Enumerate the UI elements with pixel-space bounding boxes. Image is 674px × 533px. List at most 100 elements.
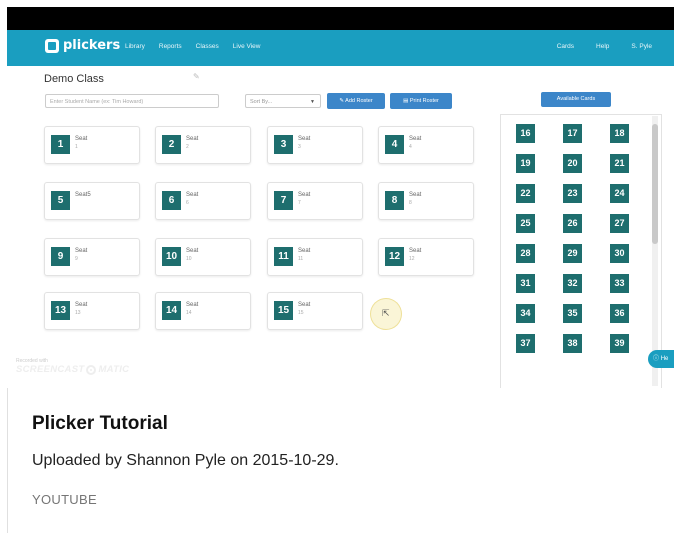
seat-card[interactable]: 9 Seat 9 (44, 238, 140, 276)
available-cards-panel: 16 17 18 19 20 21 22 23 24 25 26 27 28 29 30 31 32 33 34 35… (500, 114, 662, 388)
seat-card[interactable]: 12 Seat 12 (378, 238, 474, 276)
seat-number: 2 (162, 135, 181, 154)
seat-sub-label: 14 (186, 310, 192, 316)
brand-name: plickers (63, 38, 121, 53)
available-card[interactable]: 29 (563, 244, 582, 263)
seat-label: Seat (298, 248, 311, 254)
cards-scrollbar[interactable] (652, 116, 658, 386)
video-title[interactable]: Plicker Tutorial (32, 413, 168, 435)
available-card[interactable]: 28 (516, 244, 535, 263)
class-editor: Demo Class ✎ Enter Student Name (ex: Tim… (7, 66, 674, 388)
available-card[interactable]: 34 (516, 304, 535, 323)
available-card[interactable]: 21 (610, 154, 629, 173)
plickers-navbar: plickers Library Reports Classes Live Vi… (7, 30, 674, 66)
available-card[interactable]: 31 (516, 274, 535, 293)
upload-info: Uploaded by Shannon Pyle on 2015-10-29. (32, 452, 339, 469)
seat-number: 11 (274, 247, 293, 266)
available-card[interactable]: 32 (563, 274, 582, 293)
nav-link-cards[interactable]: Cards (557, 43, 574, 50)
watermark-main: SCREENCAST (16, 364, 85, 375)
scrollbar-thumb[interactable] (652, 124, 658, 244)
seat-sub-label: 13 (75, 310, 81, 316)
seat-label: Seat5 (75, 192, 91, 198)
available-card[interactable]: 27 (610, 214, 629, 233)
seat-card[interactable]: 8 Seat 8 (378, 182, 474, 220)
available-card[interactable]: 25 (516, 214, 535, 233)
help-button[interactable]: ⓘ He (648, 350, 674, 368)
class-title: Demo Class (44, 73, 104, 85)
pencil-icon: ✎ (339, 98, 344, 104)
sort-by-label: Sort By... (250, 99, 273, 105)
available-card[interactable]: 22 (516, 184, 535, 203)
available-card[interactable]: 38 (563, 334, 582, 353)
available-card[interactable]: 36 (610, 304, 629, 323)
seat-card[interactable]: 3 Seat 3 (267, 126, 363, 164)
card-divider (7, 388, 8, 533)
seat-sub-label: 1 (75, 144, 78, 150)
sort-by-select[interactable]: Sort By... ▼ (245, 94, 321, 108)
seat-card[interactable]: 7 Seat 7 (267, 182, 363, 220)
add-roster-button[interactable]: ✎ Add Roster (327, 93, 385, 109)
seat-sub-label: 3 (298, 144, 301, 150)
nav-link-library[interactable]: Library (125, 43, 145, 50)
seat-label: Seat (75, 248, 88, 254)
seat-card[interactable]: 11 Seat 11 (267, 238, 363, 276)
available-card[interactable]: 17 (563, 124, 582, 143)
print-roster-button[interactable]: ▤ Print Roster (390, 93, 452, 109)
brand-logo[interactable]: plickers (45, 38, 120, 53)
seat-label: Seat (75, 136, 88, 142)
nav-link-help[interactable]: Help (596, 43, 609, 50)
nav-right-links: Cards Help S. Pyle (557, 43, 652, 50)
available-card[interactable]: 37 (516, 334, 535, 353)
seat-label: Seat (186, 248, 199, 254)
seat-sub-label: 7 (298, 200, 301, 206)
available-card[interactable]: 33 (610, 274, 629, 293)
seat-sub-label: 4 (409, 144, 412, 150)
available-card[interactable]: 24 (610, 184, 629, 203)
seat-sub-label: 8 (409, 200, 412, 206)
available-card[interactable]: 26 (563, 214, 582, 233)
available-card[interactable]: 30 (610, 244, 629, 263)
seat-card[interactable]: 14 Seat 14 (155, 292, 251, 330)
seat-number: 7 (274, 191, 293, 210)
seat-sub-label: 12 (409, 256, 415, 262)
nav-link-reports[interactable]: Reports (159, 43, 182, 50)
nav-link-classes[interactable]: Classes (196, 43, 219, 50)
available-card[interactable]: 19 (516, 154, 535, 173)
screencast-logo-icon (86, 364, 97, 375)
seat-card[interactable]: 15 Seat 15 (267, 292, 363, 330)
seat-card[interactable]: 13 Seat 13 (44, 292, 140, 330)
seat-number: 9 (51, 247, 70, 266)
seat-label: Seat (409, 192, 422, 198)
seat-label: Seat (186, 136, 199, 142)
source-label: YOUTUBE (32, 492, 97, 507)
seat-card[interactable]: 2 Seat 2 (155, 126, 251, 164)
seat-card[interactable]: 4 Seat 4 (378, 126, 474, 164)
available-card[interactable]: 16 (516, 124, 535, 143)
mouse-cursor-icon: ⇱ (382, 308, 390, 318)
available-cards-button[interactable]: Available Cards (541, 92, 611, 107)
print-roster-label: Print Roster (409, 98, 439, 104)
seat-number: 10 (162, 247, 181, 266)
video-player[interactable]: plickers Library Reports Classes Live Vi… (7, 7, 674, 388)
seat-number: 12 (385, 247, 404, 266)
nav-user-menu[interactable]: S. Pyle (631, 43, 652, 50)
nav-links: Library Reports Classes Live View (125, 43, 260, 50)
student-search-input[interactable]: Enter Student Name (ex: Tim Howard) (45, 94, 219, 108)
available-card[interactable]: 20 (563, 154, 582, 173)
edit-pencil-icon[interactable]: ✎ (193, 72, 200, 81)
watermark-tail: MATIC (98, 364, 130, 375)
seat-card[interactable]: 5 Seat5 (44, 182, 140, 220)
seat-card[interactable]: 1 Seat 1 (44, 126, 140, 164)
seat-sub-label: 9 (75, 256, 78, 262)
available-card[interactable]: 18 (610, 124, 629, 143)
available-card[interactable]: 23 (563, 184, 582, 203)
seat-number: 5 (51, 191, 70, 210)
nav-link-live-view[interactable]: Live View (233, 43, 261, 50)
add-roster-label: Add Roster (345, 98, 373, 104)
available-card[interactable]: 39 (610, 334, 629, 353)
seat-number: 13 (51, 301, 70, 320)
seat-card[interactable]: 6 Seat 6 (155, 182, 251, 220)
seat-card[interactable]: 10 Seat 10 (155, 238, 251, 276)
available-card[interactable]: 35 (563, 304, 582, 323)
